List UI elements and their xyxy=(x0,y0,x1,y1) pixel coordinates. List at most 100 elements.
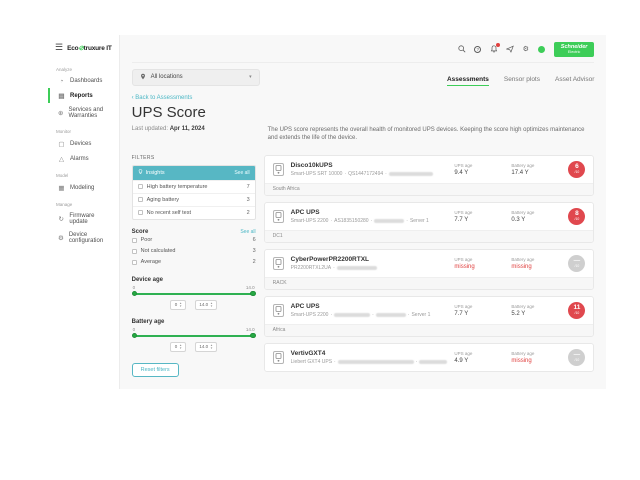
device-age-slider[interactable] xyxy=(134,293,254,295)
subtitle-text: Server 1 xyxy=(411,312,430,318)
sidebar-item-device-configuration[interactable]: ⚙Device configuration xyxy=(48,228,119,247)
battery-age-slider-handle-min[interactable] xyxy=(132,333,138,339)
score-see-all-link[interactable]: See all xyxy=(240,229,255,235)
device-card-main: APC UPSSmart-UPS 2200·AS1835150280··Serv… xyxy=(265,203,594,230)
menu-icon[interactable]: ☰ xyxy=(55,43,63,52)
checkbox[interactable] xyxy=(138,210,143,215)
score-badge: 8/10 xyxy=(568,208,585,225)
sidebar-section-label: Monitor xyxy=(48,122,119,136)
page-title: UPS Score xyxy=(132,104,595,121)
ups-age-value: 7.7 Y xyxy=(454,311,504,317)
checkbox[interactable] xyxy=(138,184,143,189)
ups-age-value: 4.9 Y xyxy=(454,358,504,364)
filter-label: High battery temperature xyxy=(147,184,208,190)
checkbox[interactable] xyxy=(138,197,143,202)
ups-age-value: missing xyxy=(454,264,504,270)
score-filter-average[interactable]: Average2 xyxy=(132,257,256,268)
sidebar-item-reports[interactable]: ▤Reports xyxy=(48,88,119,103)
devices-icon: ▢ xyxy=(58,140,65,148)
tab-asset-advisor[interactable]: Asset Advisor xyxy=(555,76,594,86)
send-icon[interactable] xyxy=(506,45,514,53)
checkbox[interactable] xyxy=(132,238,137,243)
insights-filter: Insights See all High battery temperatur… xyxy=(132,165,256,220)
device-age-min-input[interactable]: 0▲▼ xyxy=(170,300,186,310)
score-denominator: /10 xyxy=(575,359,580,362)
reset-filters-button[interactable]: Reset filters xyxy=(132,363,179,377)
device-location: South Africa xyxy=(265,183,594,195)
battery-age-min-input[interactable]: 0▲▼ xyxy=(170,342,186,352)
device-subtitle: Smart-UPS SRT 10000·QS1447172494· xyxy=(291,171,448,177)
battery-age-value: 17.4 Y xyxy=(511,170,561,176)
score-filter-poor[interactable]: Poor6 xyxy=(132,235,256,246)
sidebar-item-firmware-update[interactable]: ↻Firmware update xyxy=(48,209,119,228)
device-card[interactable]: Disco10kUPS Smart-UPS SRT 10000·QS1447172… xyxy=(264,155,595,196)
search-icon[interactable] xyxy=(458,45,466,53)
back-to-assessments-link[interactable]: ‹ Back to Assessments xyxy=(132,95,595,101)
battery-age-slider-handle-max[interactable] xyxy=(250,333,256,339)
main-area: ? ⚙ Schneider Electric All locations xyxy=(120,35,607,389)
battery-age-column: Battery age5.2 Y xyxy=(511,304,561,317)
app-logo: ☰ Eco⊘truxure IT xyxy=(48,39,119,60)
score-badge: —/10 xyxy=(568,255,585,272)
battery-age-max-input[interactable]: 14.0▲▼ xyxy=(195,342,217,352)
subtitle-text: Liebert GXT4 UPS xyxy=(291,359,332,365)
tab-assessments[interactable]: Assessments xyxy=(447,76,489,86)
filter-count: 2 xyxy=(247,210,250,216)
filter-label: Poor xyxy=(141,237,153,243)
device-age-slider-handle-min[interactable] xyxy=(132,291,138,297)
sidebar-item-services-and-warranties[interactable]: ⊕Services and Warranties xyxy=(48,103,119,122)
firmware-update-icon: ↻ xyxy=(58,215,64,223)
schneider-electric-button[interactable]: Schneider Electric xyxy=(554,42,595,57)
subtitle-separator: · xyxy=(333,265,335,271)
ups-device-icon xyxy=(273,304,284,317)
battery-age-slider[interactable] xyxy=(134,335,254,337)
score-denominator: /10 xyxy=(575,218,580,221)
device-card[interactable]: CyberPowerPR2200RTXLPR2200RTXL2UA·UPS ag… xyxy=(264,249,595,290)
score-denominator: /10 xyxy=(575,171,580,174)
settings-icon[interactable]: ⚙ xyxy=(522,45,530,53)
notification-badge xyxy=(496,43,500,47)
score-filter-not-calculated[interactable]: Not calculated3 xyxy=(132,246,256,257)
device-age-slider-handle-max[interactable] xyxy=(250,291,256,297)
device-age-max-input[interactable]: 14.0▲▼ xyxy=(195,300,217,310)
insight-filter-aging-battery[interactable]: Aging battery3 xyxy=(133,193,255,206)
insight-filter-high-battery-temperature[interactable]: High battery temperature7 xyxy=(133,180,255,193)
sidebar-section-label: Manage xyxy=(48,195,119,209)
subtitle-text: PR2200RTXL2UA xyxy=(291,265,332,271)
device-name: CyberPowerPR2200RTXL xyxy=(291,256,448,263)
sidebar-item-alarms[interactable]: △Alarms xyxy=(48,151,119,166)
device-card[interactable]: VertivGXT4Liebert GXT4 UPS··UPS age4.9 Y… xyxy=(264,343,595,372)
ups-age-label: UPS age xyxy=(454,163,504,168)
subtitle-text: AS1835150280 xyxy=(334,218,368,224)
notifications-icon[interactable] xyxy=(490,45,498,53)
insights-title: Insights xyxy=(146,170,165,176)
sidebar-item-modeling[interactable]: ▦Modeling xyxy=(48,180,119,195)
subtitle-separator: · xyxy=(408,312,410,318)
modeling-icon: ▦ xyxy=(58,184,65,192)
subtitle-separator: · xyxy=(385,171,387,177)
insights-see-all-link[interactable]: See all xyxy=(234,170,249,176)
device-card[interactable]: APC UPSSmart-UPS 2200···Server 1UPS age7… xyxy=(264,296,595,337)
location-pin-icon xyxy=(140,73,146,82)
sidebar-item-devices[interactable]: ▢Devices xyxy=(48,136,119,151)
dashboards-icon: ◔ xyxy=(58,78,65,85)
battery-age-column: Battery age0.3 Y xyxy=(511,210,561,223)
help-icon[interactable]: ? xyxy=(474,45,482,53)
ups-age-value: 7.7 Y xyxy=(454,217,504,223)
location-selector[interactable]: All locations ▾ xyxy=(132,69,260,86)
chevron-down-icon: ▾ xyxy=(249,74,252,80)
insight-filter-no-recent-self-test[interactable]: No recent self test2 xyxy=(133,206,255,219)
tab-sensor-plots[interactable]: Sensor plots xyxy=(504,76,540,86)
ups-device-icon xyxy=(273,257,284,270)
device-card[interactable]: APC UPSSmart-UPS 2200·AS1835150280··Serv… xyxy=(264,202,595,243)
sidebar-item-dashboards[interactable]: ◔Dashboards xyxy=(48,74,119,88)
battery-age-value: 0.3 Y xyxy=(511,217,561,223)
services-warranties-icon: ⊕ xyxy=(58,109,63,117)
avatar[interactable] xyxy=(538,45,546,53)
last-updated: Last updated: Apr 11, 2024 xyxy=(132,126,262,132)
checkbox[interactable] xyxy=(132,260,137,265)
checkbox[interactable] xyxy=(132,249,137,254)
score-badge: 6/10 xyxy=(568,161,585,178)
score-filter-title: Score xyxy=(132,229,149,235)
device-name: Disco10kUPS xyxy=(291,162,448,169)
